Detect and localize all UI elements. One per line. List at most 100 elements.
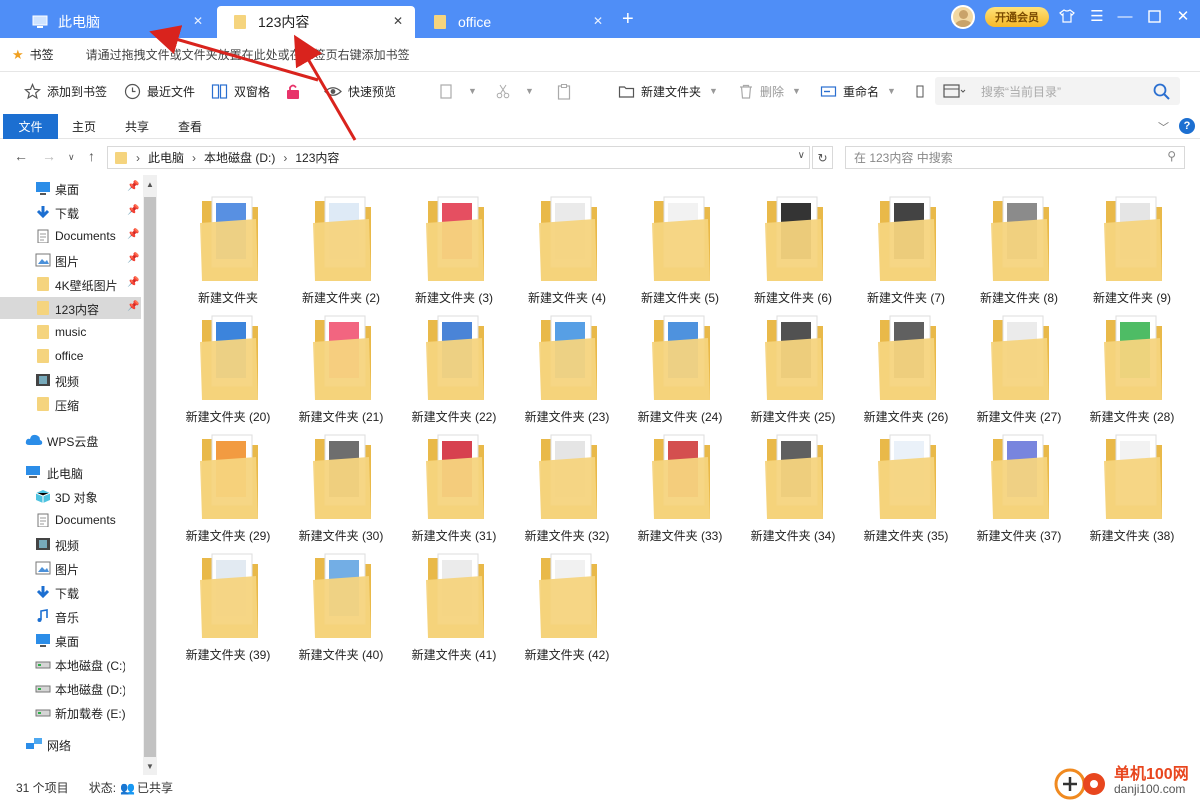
folder-item[interactable]: 新建文件夹 (22) (398, 302, 510, 424)
folder-item[interactable]: 新建文件夹 (24) (624, 302, 736, 424)
history-chevron-icon[interactable]: ∨ (68, 152, 75, 163)
dual-pane-button[interactable]: 双窗格 (211, 72, 270, 110)
sidebar-item[interactable]: 图片 📌 (0, 249, 141, 271)
copy-button[interactable]: ▼ (438, 72, 477, 110)
pin-icon[interactable]: 📌 (127, 301, 139, 312)
sidebar-item[interactable]: 网络 (0, 733, 141, 755)
vip-button[interactable]: 开通会员 (985, 7, 1049, 27)
folder-item[interactable]: 新建文件夹 (31) (398, 421, 510, 543)
folder-item[interactable]: 新建文件夹 (23) (511, 302, 623, 424)
skin-icon[interactable] (1056, 5, 1078, 27)
sidebar-item[interactable]: 视频 (0, 369, 141, 391)
folder-search-input[interactable]: 在 123内容 中搜索 ⚲ (845, 146, 1185, 169)
folder-item[interactable]: 新建文件夹 (3) (398, 183, 510, 305)
sidebar-item[interactable]: 下载 📌 (0, 201, 141, 223)
folder-item[interactable]: 新建文件夹 (9) (1076, 183, 1188, 305)
lock-button[interactable] (285, 72, 307, 110)
sidebar-item[interactable]: 3D 对象 (0, 485, 141, 507)
pin-icon[interactable]: 📌 (127, 205, 139, 216)
cut-button[interactable]: ▼ (495, 72, 534, 110)
folder-item[interactable]: 新建文件夹 (172, 183, 284, 305)
folder-item[interactable]: 新建文件夹 (39) (172, 540, 284, 662)
pin-icon[interactable]: 📌 (127, 181, 139, 192)
sidebar-item[interactable]: 图片 (0, 557, 141, 579)
search-icon[interactable] (1153, 83, 1170, 100)
sidebar-item[interactable]: 123内容 📌 (0, 297, 141, 319)
folder-item[interactable]: 新建文件夹 (20) (172, 302, 284, 424)
sidebar-item[interactable]: Documents (0, 509, 141, 531)
sidebar-item[interactable]: 下载 (0, 581, 141, 603)
breadcrumb-current[interactable]: 123内容 (295, 149, 339, 166)
folder-item[interactable]: 新建文件夹 (4) (511, 183, 623, 305)
sidebar-item[interactable]: 压缩 (0, 393, 141, 415)
folder-item[interactable]: 新建文件夹 (2) (285, 183, 397, 305)
tab-office[interactable]: office ✕ (417, 6, 615, 38)
help-icon[interactable]: ? (1179, 118, 1195, 134)
tab-share[interactable]: 共享 (115, 114, 159, 139)
sidebar-item[interactable]: 桌面 📌 (0, 177, 141, 199)
breadcrumb-drive-d[interactable]: 本地磁盘 (D:) (204, 149, 275, 166)
folder-item[interactable]: 新建文件夹 (29) (172, 421, 284, 543)
pin-icon[interactable]: 📌 (127, 277, 139, 288)
layout-icon[interactable] (943, 83, 967, 99)
tab-123-content[interactable]: 123内容 ✕ (217, 6, 415, 38)
sidebar-item[interactable]: 本地磁盘 (C:) (0, 653, 141, 675)
folder-item[interactable]: 新建文件夹 (8) (963, 183, 1075, 305)
scroll-down-icon[interactable]: ▼ (146, 762, 154, 771)
pin-icon[interactable]: 📌 (127, 253, 139, 264)
folder-item[interactable]: 新建文件夹 (26) (850, 302, 962, 424)
chevron-down-icon[interactable]: ﹀ (1158, 119, 1169, 135)
folder-item[interactable]: 新建文件夹 (37) (963, 421, 1075, 543)
up-icon[interactable]: ↑ (88, 148, 95, 164)
address-bar[interactable]: › 此电脑 › 本地磁盘 (D:) › 123内容 ∨ (107, 146, 810, 169)
avatar[interactable] (951, 5, 975, 29)
folder-item[interactable]: 新建文件夹 (25) (737, 302, 849, 424)
close-icon[interactable]: ✕ (193, 14, 203, 28)
tab-this-pc[interactable]: 此电脑 ✕ (0, 6, 215, 38)
search-icon[interactable]: ⚲ (1167, 149, 1176, 163)
bookmark-label[interactable]: 书签 (30, 46, 54, 63)
sidebar-item[interactable]: 音乐 (0, 605, 141, 627)
quick-preview-button[interactable]: 快速预览 (324, 72, 396, 110)
tab-file[interactable]: 文件 (3, 114, 58, 139)
sidebar-item[interactable]: 本地磁盘 (D:) (0, 677, 141, 699)
add-bookmark-button[interactable]: 添加到书签 (24, 72, 107, 110)
chevron-down-icon[interactable]: ∨ (798, 150, 805, 161)
folder-item[interactable]: 新建文件夹 (40) (285, 540, 397, 662)
forward-icon[interactable]: → (42, 148, 56, 164)
breadcrumb-this-pc[interactable]: 此电脑 (148, 149, 184, 166)
paste-button[interactable] (556, 72, 578, 110)
delete-button[interactable]: 删除 ▼ (738, 72, 801, 110)
sidebar-scrollbar[interactable]: ▲ ▼ (143, 175, 157, 775)
sidebar-item[interactable]: office (0, 345, 141, 367)
folder-item[interactable]: 新建文件夹 (42) (511, 540, 623, 662)
new-folder-button[interactable]: 新建文件夹 ▼ (618, 72, 718, 110)
sidebar-item[interactable]: WPS云盘 (0, 429, 141, 451)
sidebar-item[interactable]: 新加载卷 (E:) (0, 701, 141, 723)
sidebar-item[interactable]: Documents 📌 (0, 225, 141, 247)
new-tab-button[interactable]: + (622, 9, 634, 29)
folder-item[interactable]: 新建文件夹 (41) (398, 540, 510, 662)
sidebar-item[interactable]: 此电脑 (0, 461, 141, 483)
folder-item[interactable]: 新建文件夹 (27) (963, 302, 1075, 424)
scrollbar-thumb[interactable] (144, 197, 156, 757)
folder-item[interactable]: 新建文件夹 (34) (737, 421, 849, 543)
folder-item[interactable]: 新建文件夹 (30) (285, 421, 397, 543)
folder-item[interactable]: 新建文件夹 (21) (285, 302, 397, 424)
folder-item[interactable]: 新建文件夹 (7) (850, 183, 962, 305)
directory-search-input[interactable]: 搜索“当前目录” (935, 77, 1180, 105)
refresh-icon[interactable]: ↻ (812, 146, 833, 169)
minimize-icon[interactable]: — (1114, 5, 1136, 27)
sidebar-item[interactable]: 4K壁纸图片 📌 (0, 273, 141, 295)
maximize-icon[interactable] (1143, 5, 1165, 27)
scroll-up-icon[interactable]: ▲ (146, 180, 154, 189)
tab-home[interactable]: 主页 (62, 114, 106, 139)
menu-icon[interactable]: ☰ (1086, 5, 1108, 27)
sidebar-item[interactable]: 桌面 (0, 629, 141, 651)
sidebar-item[interactable]: 视频 (0, 533, 141, 555)
sidebar-item[interactable]: music (0, 321, 141, 343)
close-window-icon[interactable]: ✕ (1172, 5, 1194, 27)
folder-item[interactable]: 新建文件夹 (38) (1076, 421, 1188, 543)
pin-icon[interactable]: 📌 (127, 229, 139, 240)
close-icon[interactable]: ✕ (393, 14, 403, 28)
